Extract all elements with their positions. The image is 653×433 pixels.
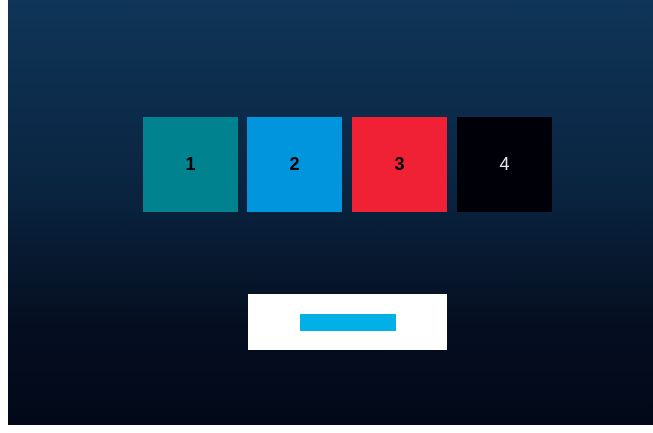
tile-3[interactable]: 3 bbox=[352, 117, 447, 212]
tile-4[interactable]: 4 bbox=[457, 117, 552, 212]
bottom-panel bbox=[248, 294, 447, 350]
tile-1[interactable]: 1 bbox=[143, 117, 238, 212]
panel-bar-button[interactable] bbox=[300, 314, 396, 331]
game-screen: 1 2 3 4 bbox=[8, 0, 653, 425]
tile-2[interactable]: 2 bbox=[247, 117, 342, 212]
